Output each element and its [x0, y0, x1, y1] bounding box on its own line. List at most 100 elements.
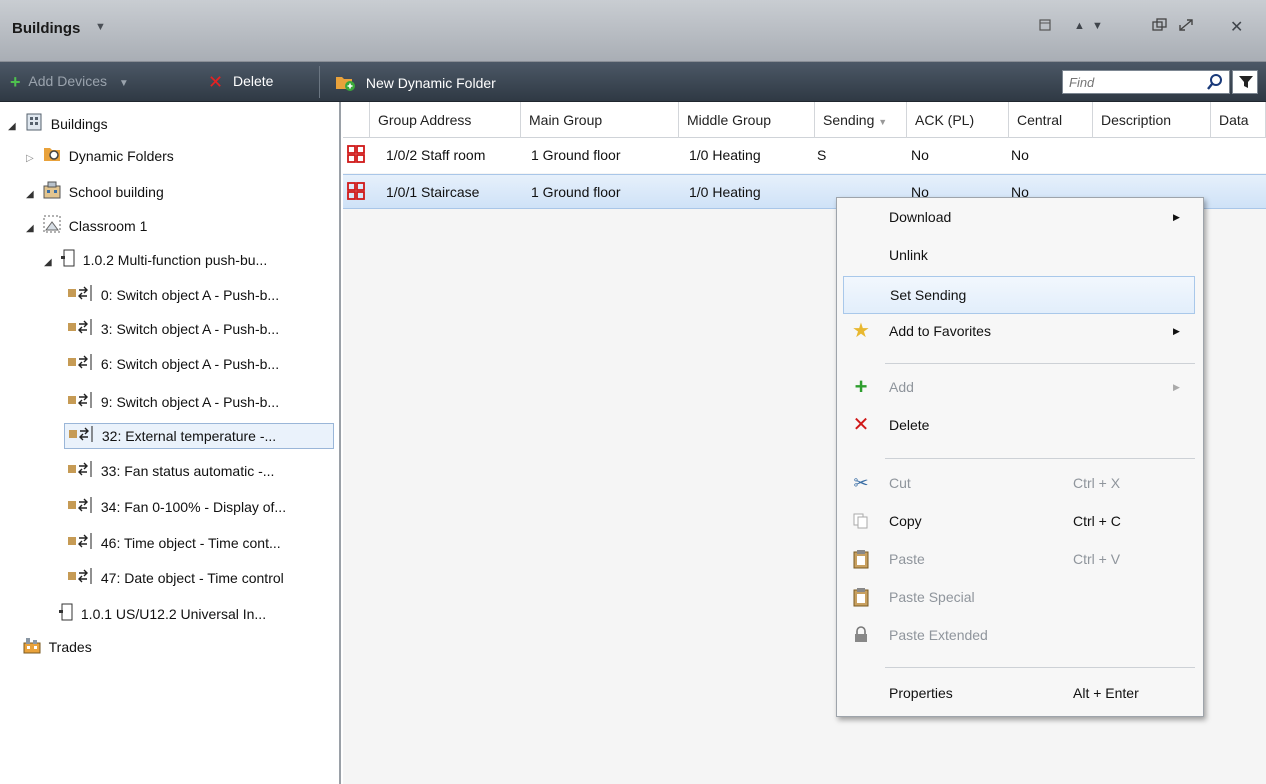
tree-item-object-3[interactable]: 3: Switch object A - Push-b...	[66, 317, 279, 343]
tree-item-device-102[interactable]: ◢ 1.0.2 Multi-function push-bu...	[44, 248, 267, 274]
tree-item-trades[interactable]: Trades	[22, 635, 92, 661]
cell-sending	[809, 175, 817, 210]
menu-item-paste-special[interactable]: Paste Special	[837, 578, 1203, 616]
search-icon[interactable]	[1206, 73, 1224, 94]
tree-item-label: 32: External temperature -...	[101, 428, 277, 445]
tree-item-object-46[interactable]: 46: Time object - Time cont...	[66, 531, 281, 557]
float-icon[interactable]	[1152, 18, 1168, 35]
menu-item-set-sending[interactable]: Set Sending	[843, 276, 1195, 314]
maximize-icon[interactable]	[1178, 18, 1194, 35]
table-row[interactable]: 1/0/2 Staff room 1 Ground floor 1/0 Heat…	[343, 138, 1266, 173]
tree-item-label: School building	[68, 184, 164, 201]
filter-button[interactable]	[1232, 70, 1258, 94]
find-box	[1062, 70, 1230, 94]
chevron-down-icon: ▼	[118, 78, 129, 89]
menu-item-add-to-favorites[interactable]: ★ Add to Favorites ▶	[837, 312, 1203, 350]
restore-icon[interactable]	[1038, 18, 1052, 35]
tree-item-object-47[interactable]: 47: Date object - Time control	[66, 566, 284, 592]
menu-item-cut[interactable]: ✂ Cut Ctrl + X	[837, 464, 1203, 502]
menu-item-label: Set Sending	[890, 287, 967, 303]
menu-item-paste-extended[interactable]: Paste Extended	[837, 616, 1203, 654]
column-header-central[interactable]: Central	[1009, 102, 1093, 138]
menu-item-properties[interactable]: Properties Alt + Enter	[837, 674, 1203, 712]
delete-x-icon: ✕	[852, 414, 870, 436]
column-header-main-group[interactable]: Main Group	[521, 102, 679, 138]
column-header-description[interactable]: Description	[1093, 102, 1211, 138]
column-header-sending[interactable]: Sending ▼	[815, 102, 907, 138]
tree-item-label: 1.0.2 Multi-function push-bu...	[82, 252, 268, 269]
cell-middle-group: 1/0 Heating	[689, 147, 761, 163]
menu-item-unlink[interactable]: Unlink	[837, 236, 1203, 274]
context-menu: Download ▶ Unlink Set Sending ★ Add to F…	[836, 197, 1204, 717]
cell-group-address: 1/0/1 Staircase	[386, 184, 480, 200]
group-object-icon	[66, 495, 94, 522]
collapsed-icon[interactable]: ▷	[26, 147, 38, 171]
expanded-icon[interactable]: ◢	[44, 251, 56, 275]
copy-icon	[849, 502, 873, 540]
menu-shortcut: Ctrl + X	[1073, 475, 1121, 491]
new-dynamic-folder-button[interactable]: New Dynamic Folder	[334, 72, 496, 95]
add-devices-button[interactable]: + Add Devices ▼	[10, 72, 129, 93]
tree-item-object-0[interactable]: 0: Switch object A - Push-b...	[66, 283, 279, 309]
submenu-arrow-icon: ▶	[1173, 382, 1180, 392]
delete-label: Delete	[232, 73, 274, 89]
menu-item-label: Properties	[889, 685, 953, 701]
menu-separator	[885, 363, 1195, 364]
lock-icon	[849, 616, 873, 654]
menu-item-label: Copy	[889, 513, 922, 529]
title-dropdown-icon[interactable]: ▼	[95, 21, 106, 33]
tree-item-object-33[interactable]: 33: Fan status automatic -...	[66, 459, 274, 485]
tree-item-label: Dynamic Folders	[68, 148, 174, 165]
trades-icon	[22, 635, 42, 662]
tree-item-object-9[interactable]: 9: Switch object A - Push-b...	[66, 390, 279, 416]
room-icon	[42, 214, 62, 241]
group-object-icon	[66, 390, 94, 417]
tree-item-object-34[interactable]: 34: Fan 0-100% - Display of...	[66, 495, 286, 521]
find-input[interactable]	[1063, 71, 1193, 93]
grid-header: Group Address Main Group Middle Group Se…	[343, 102, 1266, 138]
menu-separator	[885, 667, 1195, 668]
window-titlebar: Buildings ▼ ▲ ▼ ✕	[0, 0, 1266, 62]
tree-item-label: 47: Date object - Time control	[100, 570, 284, 587]
tree-item-device-101[interactable]: 1.0.1 US/U12.2 Universal In...	[58, 602, 266, 628]
column-header-middle-group[interactable]: Middle Group	[679, 102, 815, 138]
menu-item-label: Cut	[889, 475, 911, 491]
expanded-icon[interactable]: ◢	[26, 217, 38, 241]
tree-item-classroom[interactable]: ◢ Classroom 1	[26, 214, 147, 240]
tree-item-object-32[interactable]: 32: External temperature -...	[64, 423, 334, 449]
menu-item-download[interactable]: Download ▶	[837, 198, 1203, 236]
close-icon[interactable]: ✕	[1230, 17, 1243, 37]
tree-item-buildings[interactable]: ◢ Buildings	[8, 112, 108, 138]
column-header-data[interactable]: Data	[1211, 102, 1266, 138]
add-devices-label: Add Devices	[28, 73, 107, 89]
menu-item-paste[interactable]: Paste Ctrl + V	[837, 540, 1203, 578]
tree-item-label: Classroom 1	[68, 218, 148, 235]
tree-item-object-6[interactable]: 6: Switch object A - Push-b...	[66, 352, 279, 378]
device-icon	[58, 602, 74, 629]
folder-add-icon	[334, 72, 356, 95]
tree-item-label: 34: Fan 0-100% - Display of...	[100, 499, 287, 516]
up-icon[interactable]: ▲	[1074, 20, 1085, 32]
menu-item-add[interactable]: + Add ▶	[837, 368, 1203, 406]
expanded-icon[interactable]: ◢	[8, 115, 20, 139]
group-address-icon	[343, 175, 365, 210]
down-icon[interactable]: ▼	[1092, 20, 1103, 32]
building-icon	[24, 112, 44, 139]
expanded-icon[interactable]: ◢	[26, 183, 38, 207]
tree-item-label: 6: Switch object A - Push-b...	[100, 356, 280, 373]
cell-central: No	[1011, 147, 1029, 163]
column-header-icon	[343, 102, 370, 138]
column-header-ack[interactable]: ACK (PL)	[907, 102, 1009, 138]
tree-item-dynamic-folders[interactable]: ▷ Dynamic Folders	[26, 144, 174, 170]
menu-item-copy[interactable]: Copy Ctrl + C	[837, 502, 1203, 540]
sort-icon: ▼	[878, 117, 888, 127]
delete-button[interactable]: ✕ Delete	[208, 72, 273, 93]
tree-item-label: 33: Fan status automatic -...	[100, 463, 275, 480]
column-header-group-address[interactable]: Group Address	[370, 102, 521, 138]
new-dynamic-folder-label: New Dynamic Folder	[365, 75, 496, 91]
menu-item-label: Add to Favorites	[889, 323, 991, 339]
tree-item-label: 9: Switch object A - Push-b...	[100, 394, 280, 411]
menu-item-delete[interactable]: ✕ Delete	[837, 406, 1203, 444]
tree-item-label: 0: Switch object A - Push-b...	[100, 287, 280, 304]
tree-item-school-building[interactable]: ◢ School building	[26, 180, 164, 206]
